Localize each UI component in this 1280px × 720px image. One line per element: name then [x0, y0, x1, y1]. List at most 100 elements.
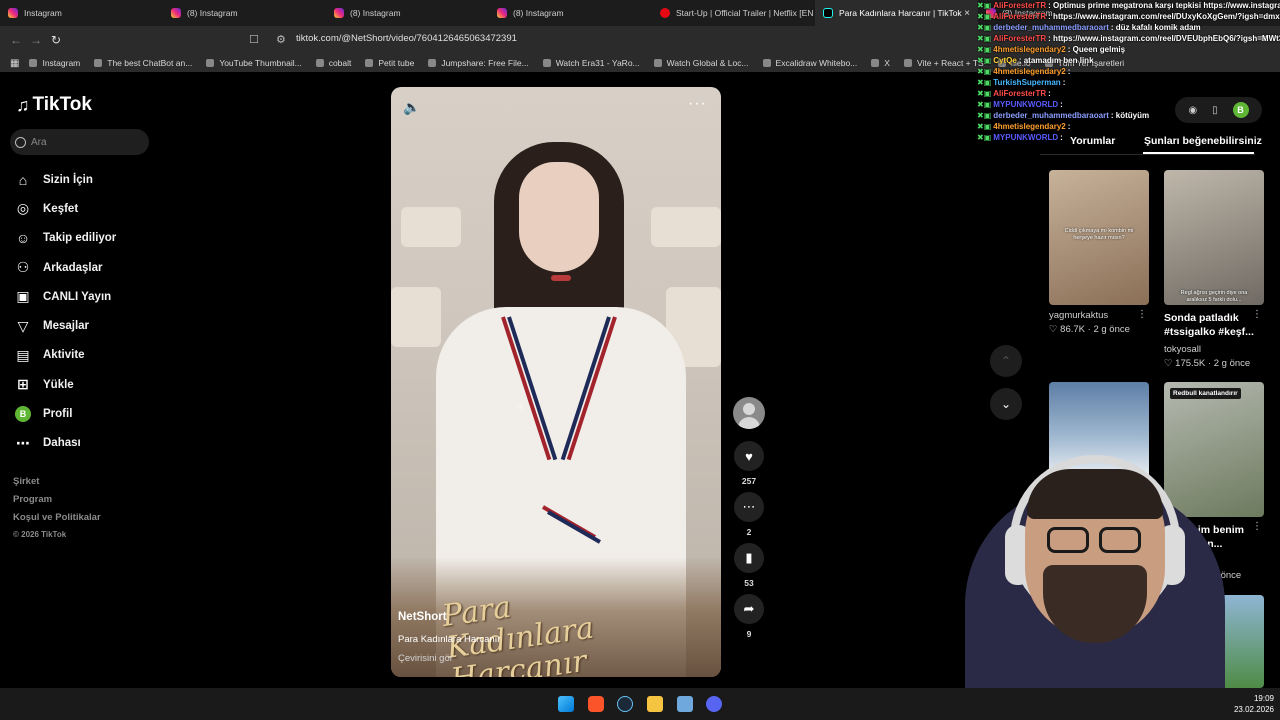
- webcam-hair: [1027, 469, 1163, 519]
- brave-browser-icon[interactable]: [588, 696, 604, 712]
- next-video-button[interactable]: ⌄: [990, 388, 1022, 420]
- chat-badge-icon: ✖▣: [977, 23, 992, 32]
- bookmark-favicon-icon: [206, 59, 215, 67]
- bookmark-item[interactable]: Excalidraw Whitebo...: [762, 58, 857, 68]
- more-options-icon[interactable]: ⋮: [1137, 309, 1147, 320]
- chat-username: AliForesterTR: [993, 89, 1047, 98]
- tiktok-note-icon: ♫: [16, 94, 30, 115]
- chat-username: AliForesterTR: [993, 1, 1047, 10]
- back-icon[interactable]: ←: [6, 33, 26, 47]
- file-explorer-icon[interactable]: [647, 696, 663, 712]
- browser-tab[interactable]: Instagram: [0, 0, 163, 26]
- chat-badge-icon: ✖▣: [977, 89, 992, 98]
- apps-icon[interactable]: ▦: [10, 58, 19, 69]
- app-icon[interactable]: [677, 696, 693, 712]
- bookmark-item[interactable]: Watch Global & Loc...: [653, 58, 749, 68]
- sidebar-item-following[interactable]: ☺ Takip ediliyor: [14, 224, 116, 253]
- close-tab-icon[interactable]: ×: [964, 8, 970, 19]
- more-options-icon[interactable]: ⋮: [1252, 309, 1262, 320]
- footer-terms-link[interactable]: Koşul ve Politikalar: [13, 512, 101, 530]
- comment-icon[interactable]: ⋯: [734, 492, 764, 522]
- bookmark-item[interactable]: Watch Era31 - YaRo...: [542, 58, 640, 68]
- recommendation-card[interactable]: Regl ağrısı geçirin diye ona aralıksız 5…: [1164, 170, 1264, 369]
- recommendation-title[interactable]: Sonda patladık #tssigalko #keşf...: [1164, 311, 1264, 339]
- creator-avatar[interactable]: [733, 397, 765, 429]
- heart-icon[interactable]: ♥: [734, 441, 764, 471]
- sidebar-item-live[interactable]: ▣ CANLI Yayın: [14, 282, 116, 311]
- sidebar-item-label: Aktivite: [43, 349, 85, 362]
- footer-program-link[interactable]: Program: [13, 494, 101, 512]
- see-translation-link[interactable]: Çevirisini gör: [398, 653, 453, 664]
- tiktok-icon: [823, 8, 833, 18]
- bookmark-item[interactable]: X: [871, 58, 890, 68]
- video-author[interactable]: NetShort: [398, 611, 447, 623]
- chat-username: MYPUNKWORLD: [993, 133, 1059, 142]
- bookmark-icon[interactable]: ▮: [734, 543, 764, 573]
- browser-tab[interactable]: Para Kadınlara Harcanır | TikTok ×: [815, 0, 978, 26]
- messages-icon: ▽: [17, 317, 29, 334]
- more-options-icon[interactable]: ⋮: [1252, 521, 1262, 532]
- recommendation-thumbnail[interactable]: Ciddi çıkmaya mı kombin mi herşeye hazır…: [1049, 170, 1149, 305]
- steam-icon[interactable]: [617, 696, 633, 712]
- bookmark-item[interactable]: cobalt: [315, 58, 351, 68]
- recommendation-author[interactable]: yagmurkaktus: [1049, 310, 1149, 321]
- bookmark-favicon-icon: [903, 59, 912, 67]
- system-clock[interactable]: 19:09 23.02.2026: [1226, 693, 1274, 715]
- bookmark-item[interactable]: Jumpshare: Free File...: [428, 58, 529, 68]
- chat-message: ✖▣ 4hmetislegendary2: Queen gelmiş: [977, 44, 1280, 55]
- browser-tab[interactable]: (8) Instagram: [489, 0, 652, 26]
- instagram-icon: [334, 8, 344, 18]
- browser-tab[interactable]: (8) Instagram: [163, 0, 326, 26]
- bookmark-item[interactable]: Instagram: [29, 58, 80, 68]
- chat-message: ✖▣ AliForesterTR: Optimus prime megatrona…: [977, 0, 1280, 11]
- search-icon: [15, 136, 26, 148]
- footer-company-link[interactable]: Şirket: [13, 476, 101, 494]
- chat-message: ✖▣ derbeder_muhammedbaraoart: düz kafalı …: [977, 22, 1280, 33]
- site-info-icon[interactable]: ⚙: [276, 33, 286, 46]
- sidebar-item-upload[interactable]: ⊞ Yükle: [14, 370, 116, 399]
- bookmark-item[interactable]: Vite + React + TS: [903, 58, 984, 68]
- sidebar-nav: ⌂ Sizin İçin ◎ Keşfet ☺ Takip ediliyor ⚇ Arkada…: [14, 165, 116, 458]
- sidebar-item-messages[interactable]: ▽ Mesajlar: [14, 311, 116, 340]
- browser-tab[interactable]: Start-Up | Official Trailer | Netflix [E…: [652, 0, 815, 26]
- sidebar-item-home[interactable]: ⌂ Sizin İçin: [14, 165, 116, 194]
- share-icon[interactable]: ➦: [734, 594, 764, 624]
- chat-text: : düz kafalı komik adam: [1110, 23, 1201, 32]
- previous-video-button[interactable]: ⌃: [990, 345, 1022, 377]
- bookmark-item[interactable]: Petit tube: [365, 58, 414, 68]
- tiktok-logo[interactable]: ♫ TikTok: [16, 94, 92, 116]
- video-player[interactable]: Para Kadınlara Harcanır 🔈 ··· ☝ NetShort…: [391, 87, 721, 677]
- tab-label: Start-Up | Official Trailer | Netflix [E…: [676, 8, 814, 18]
- bookmark-item[interactable]: YouTube Thumbnail...: [206, 58, 302, 68]
- bookmark-favicon-icon: [29, 59, 38, 67]
- recommendation-card[interactable]: Ciddi çıkmaya mı kombin mi herşeye hazır…: [1049, 170, 1149, 335]
- discord-icon[interactable]: [706, 696, 722, 712]
- chat-text: :: [1060, 133, 1063, 142]
- right-tabs-divider: [1040, 154, 1255, 155]
- chat-username: 4hmetislegendary2: [993, 67, 1066, 76]
- sidebar-item-compass[interactable]: ◎ Keşfet: [14, 194, 116, 223]
- browser-tab[interactable]: (8) Instagram: [326, 0, 489, 26]
- webcam-overlay: [915, 455, 1225, 720]
- sidebar-item-profile[interactable]: B Profil: [14, 399, 116, 428]
- sidebar-item-activity[interactable]: ▤ Aktivite: [14, 341, 116, 370]
- recommendation-author[interactable]: tokyosall: [1164, 344, 1264, 355]
- chat-badge-icon: ✖▣: [977, 133, 992, 142]
- url-field[interactable]: tiktok.com/@NetShort/video/7604126465063…: [296, 33, 517, 44]
- glasses-lens: [1047, 527, 1089, 553]
- tab-label: (8) Instagram: [187, 8, 238, 18]
- bookmark-favicon-icon: [653, 59, 662, 67]
- bookmark-label: Vite + React + TS: [916, 58, 984, 68]
- search-input[interactable]: Ara: [10, 129, 149, 155]
- forward-icon[interactable]: →: [26, 33, 46, 47]
- volume-icon[interactable]: 🔈: [403, 99, 420, 116]
- recommendation-thumbnail[interactable]: Regl ağrısı geçirin diye ona aralıksız 5…: [1164, 170, 1264, 305]
- bookmark-icon[interactable]: ☐: [249, 33, 259, 46]
- reload-icon[interactable]: ↻: [46, 33, 66, 47]
- windows-start-icon[interactable]: [558, 696, 574, 712]
- sidebar-item-more[interactable]: ⋯ Dahası: [14, 429, 116, 458]
- bookmark-item[interactable]: The best ChatBot an...: [94, 58, 192, 68]
- bookmark-favicon-icon: [871, 59, 880, 67]
- sidebar-item-friends[interactable]: ⚇ Arkadaşlar: [14, 253, 116, 282]
- more-options-icon[interactable]: ···: [688, 95, 707, 113]
